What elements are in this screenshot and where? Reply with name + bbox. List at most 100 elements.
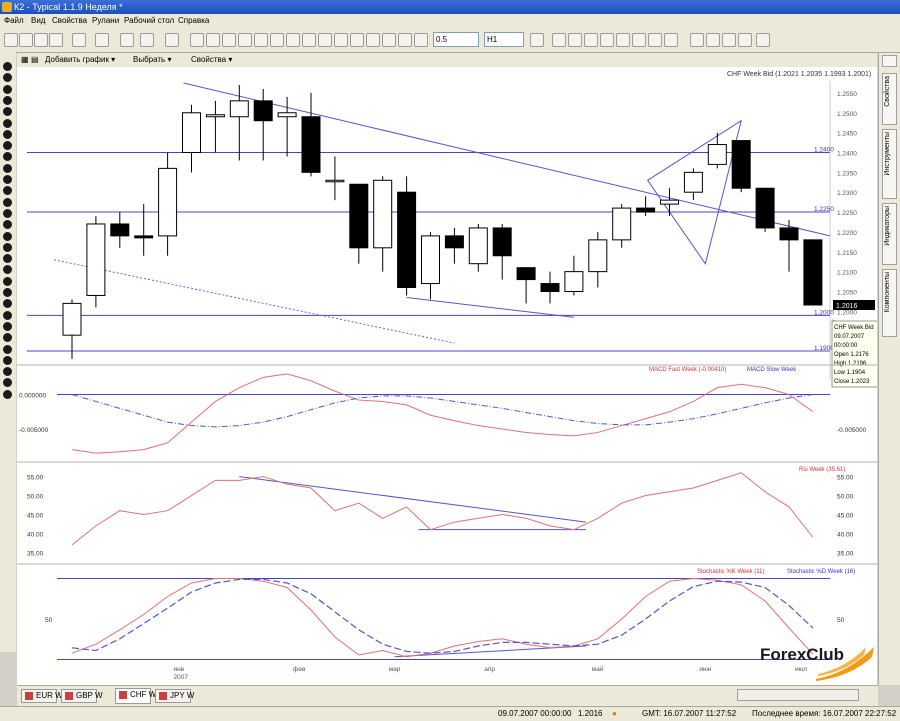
open-icon[interactable]	[19, 33, 33, 47]
tab-properties[interactable]: Свойства	[882, 73, 897, 125]
autoscroll-icon[interactable]	[632, 33, 646, 47]
fibo-tool-icon[interactable]	[270, 33, 284, 47]
left-tool-icon[interactable]	[3, 95, 12, 105]
left-tool-icon[interactable]	[3, 208, 12, 218]
tab-tools[interactable]: Инструменты	[882, 129, 897, 199]
volume-icon[interactable]	[664, 33, 678, 47]
flag-icon	[65, 692, 73, 700]
left-tool-icon[interactable]	[3, 378, 12, 388]
hline-tool-icon[interactable]	[206, 33, 220, 47]
left-tool-icon[interactable]	[3, 141, 12, 151]
cross-tool-icon[interactable]	[382, 33, 396, 47]
new-icon[interactable]	[4, 33, 18, 47]
channel-tool-icon[interactable]	[254, 33, 268, 47]
candle-chart-icon[interactable]	[552, 33, 566, 47]
left-tool-icon[interactable]	[3, 163, 12, 173]
left-tool-icon[interactable]	[3, 107, 12, 117]
tab-components[interactable]: Компоненты	[882, 269, 897, 337]
fill-tool-icon[interactable]	[414, 33, 428, 47]
shift-icon[interactable]	[616, 33, 630, 47]
zoom-in-icon[interactable]	[120, 33, 134, 47]
chart-area[interactable]: CHF Week Bid (1.2021 1.2035 1.1993 1.200…	[17, 67, 877, 685]
rect-tool-icon[interactable]	[302, 33, 316, 47]
triangle-tool-icon[interactable]	[334, 33, 348, 47]
timeframe-select[interactable]: Н1	[484, 32, 524, 47]
add-chart-button[interactable]: Добавить график ▾	[45, 54, 115, 66]
candle-body	[612, 207, 632, 241]
window-cascade-icon[interactable]	[738, 33, 752, 47]
template-icon[interactable]	[706, 33, 720, 47]
window-tile-icon[interactable]	[722, 33, 736, 47]
layout-icon[interactable]: ▦	[21, 54, 29, 66]
left-tool-icon[interactable]	[3, 321, 12, 331]
tab-gbp[interactable]: GBP W	[61, 689, 103, 703]
chart-properties-button[interactable]: Свойства ▾	[191, 54, 232, 66]
tab-indicators[interactable]: Индикаторы	[882, 203, 897, 265]
candle-body	[205, 114, 225, 118]
left-tool-icon[interactable]	[3, 62, 12, 71]
left-tool-icon[interactable]	[3, 299, 12, 309]
left-tool-icon[interactable]	[3, 276, 12, 286]
left-tool-icon[interactable]	[3, 333, 12, 343]
vline-tool-icon[interactable]	[222, 33, 236, 47]
grid-icon[interactable]	[648, 33, 662, 47]
left-tool-icon[interactable]	[3, 367, 12, 377]
left-tool-icon[interactable]	[3, 389, 12, 399]
menu-properties[interactable]: Свойства	[52, 15, 87, 27]
copy-icon[interactable]	[49, 33, 63, 47]
tools-icon[interactable]	[756, 33, 770, 47]
line-chart-icon[interactable]	[568, 33, 582, 47]
eraser-tool-icon[interactable]	[398, 33, 412, 47]
save-icon[interactable]	[34, 33, 48, 47]
panel-close-icon[interactable]	[882, 55, 897, 67]
cursor-icon[interactable]	[165, 33, 179, 47]
left-tool-icon[interactable]	[3, 220, 12, 230]
menu-desktop[interactable]: Рабочий стол	[124, 15, 174, 27]
left-tool-icon[interactable]	[3, 288, 12, 297]
horizontal-scrollbar[interactable]	[737, 689, 859, 701]
bar-chart-icon[interactable]	[530, 33, 544, 47]
left-tool-icon[interactable]	[3, 186, 12, 196]
left-tool-icon[interactable]	[3, 118, 12, 128]
menu-file[interactable]: Файл	[4, 15, 24, 27]
print-icon[interactable]	[72, 33, 86, 47]
zoom-out-icon[interactable]	[140, 33, 154, 47]
left-tool-icon[interactable]	[3, 73, 12, 83]
price-chart[interactable]: CHF Week Bid (1.2021 1.2035 1.1993 1.200…	[17, 67, 877, 685]
left-tool-icon[interactable]	[3, 254, 12, 264]
text-tool-icon[interactable]	[238, 33, 252, 47]
tab-chf[interactable]: CHF W	[115, 688, 156, 704]
left-tool-icon[interactable]	[3, 152, 12, 162]
candle-body	[468, 227, 488, 265]
arrow-tool-icon[interactable]	[366, 33, 380, 47]
left-tool-icon[interactable]	[3, 310, 12, 320]
left-tool-icon[interactable]	[3, 197, 12, 207]
ellipse-tool-icon[interactable]	[318, 33, 332, 47]
left-tool-icon[interactable]	[3, 265, 12, 275]
left-tool-icon[interactable]	[3, 355, 12, 365]
settings-icon[interactable]	[95, 33, 109, 47]
left-tool-icon[interactable]	[3, 129, 12, 139]
select-button[interactable]: Выбрать ▾	[133, 54, 171, 66]
add-chart-icon[interactable]: ▤	[31, 54, 39, 66]
indicator-icon[interactable]	[690, 33, 704, 47]
line-tool-icon[interactable]	[190, 33, 204, 47]
left-tool-icon[interactable]	[3, 84, 12, 94]
left-tool-icon[interactable]	[3, 175, 12, 184]
menu-help[interactable]: Справка	[178, 15, 209, 27]
grid-tool-icon[interactable]	[350, 33, 364, 47]
scroll-right-icon[interactable]	[600, 33, 614, 47]
tab-eur[interactable]: EUR W	[21, 689, 63, 703]
left-tool-icon[interactable]	[3, 242, 12, 252]
menu-drawing[interactable]: Рулани	[92, 15, 119, 27]
tab-jpy[interactable]: JPY W	[155, 689, 194, 703]
level-label: 1.2000	[814, 309, 834, 316]
left-tool-icon[interactable]	[3, 231, 12, 241]
pen-tool-icon[interactable]	[286, 33, 300, 47]
left-tool-icon[interactable]	[3, 344, 12, 354]
candle-body	[62, 302, 82, 336]
scroll-left-icon[interactable]	[584, 33, 598, 47]
period-select[interactable]: 0.5	[433, 32, 479, 47]
menu-view[interactable]: Вид	[31, 15, 45, 27]
status-price: 1.2016	[578, 709, 603, 718]
